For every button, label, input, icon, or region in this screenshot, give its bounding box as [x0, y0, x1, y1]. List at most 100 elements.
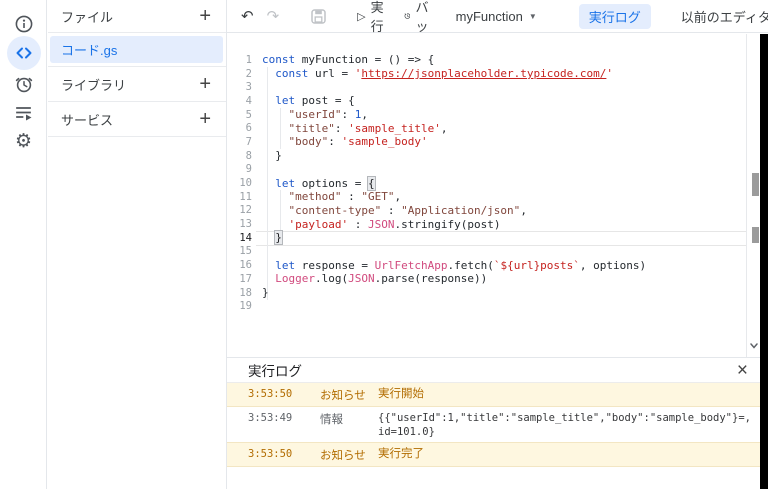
- log-row: 3:53:50 お知らせ 実行完了: [227, 443, 768, 467]
- line-number: 13: [239, 218, 252, 231]
- close-icon[interactable]: ×: [727, 361, 758, 380]
- log-row: 3:53:50 お知らせ 実行開始: [227, 383, 768, 407]
- add-service-button[interactable]: +: [197, 109, 213, 129]
- code-text: let options = {: [275, 175, 376, 191]
- code-line: 7 "body": 'sample_body': [227, 135, 768, 149]
- line-number: 6: [245, 122, 252, 135]
- add-library-button[interactable]: +: [197, 74, 213, 94]
- editor-toolbar: ↶ ↷ ▷ 実行 デバッグ myFunction ▼: [227, 0, 768, 53]
- scroll-down-chevron[interactable]: [747, 339, 761, 357]
- line-number: 15: [239, 245, 252, 258]
- libraries-header-label: ライブラリ: [61, 77, 127, 93]
- code-editor[interactable]: 1 const myFunction = () => {2 const url =…: [227, 34, 768, 357]
- code-line: 2 const url = 'https://jsonplaceholder.t…: [227, 67, 768, 81]
- save-button[interactable]: [310, 8, 327, 25]
- line-number: 4: [245, 94, 252, 107]
- log-message: 実行完了: [378, 448, 424, 460]
- log-message: 実行開始: [378, 388, 424, 400]
- code-text: "content-type" : "Application/json",: [288, 203, 527, 217]
- chevron-down-icon: [750, 343, 758, 349]
- code-text: Logger.log(JSON.parse(response)): [275, 272, 488, 286]
- code-lines: 1 const myFunction = () => {2 const url =…: [227, 53, 768, 313]
- code-text: "method" : "GET",: [288, 190, 402, 204]
- code-line: 4 let post = {: [227, 94, 768, 108]
- code-line: 18}: [227, 286, 768, 300]
- log-message: {{"userId":1,"title":"sample_title","bod…: [378, 412, 751, 438]
- log-panel-header: 実行ログ ×: [227, 358, 768, 383]
- code-line: 14 }: [227, 230, 768, 246]
- settings-nav-button[interactable]: ⚙: [0, 130, 47, 152]
- log-row: 3:53:49 情報 {{"userId":1,"title":"sample_ti…: [227, 407, 768, 443]
- code-text: 'payload' : JSON.stringify(post): [288, 217, 501, 231]
- files-header-label: ファイル: [61, 9, 114, 25]
- code-line: 5 "userId": 1,: [227, 108, 768, 122]
- code-line: 9: [227, 163, 768, 177]
- line-number: 1: [245, 53, 252, 66]
- file-panel: ファイル + コード.gs ライブラリ + サービス +: [48, 0, 226, 489]
- chevron-down-icon: ▼: [528, 11, 537, 21]
- apps-script-editor: ⚙ ファイル + コード.gs ライブラリ + サービス + ↶ ↷ ▷ 実行 …: [0, 0, 768, 489]
- line-number: 19: [239, 300, 252, 313]
- editor-nav-button[interactable]: [0, 36, 47, 70]
- code-text: const url = 'https://jsonplaceholder.typ…: [275, 67, 614, 81]
- function-selector-dropdown[interactable]: myFunction ▼: [456, 9, 537, 24]
- left-icon-rail: ⚙: [0, 0, 47, 489]
- code-text: "body": 'sample_body': [288, 135, 428, 149]
- log-timestamp: 3:53:50: [248, 448, 293, 460]
- redo-button[interactable]: ↷: [267, 9, 280, 24]
- services-section-header: サービス +: [48, 102, 226, 137]
- line-number: 9: [245, 163, 252, 176]
- gear-icon: ⚙: [14, 129, 33, 152]
- code-line: 11 "method" : "GET",: [227, 190, 768, 204]
- line-number: 10: [239, 177, 252, 190]
- code-line: 1 const myFunction = () => {: [227, 53, 768, 67]
- code-text: const myFunction = () => {: [262, 53, 435, 67]
- executions-nav-button[interactable]: [0, 103, 47, 123]
- code-text: }: [262, 149, 282, 163]
- code-line: 13 'payload' : JSON.stringify(post): [227, 217, 768, 231]
- undo-button[interactable]: ↶: [241, 9, 254, 24]
- line-number: 11: [239, 190, 252, 203]
- line-number: 7: [245, 135, 252, 148]
- line-number: 5: [245, 108, 252, 121]
- code-line: 6 "title": 'sample_title',: [227, 121, 768, 135]
- run-label: 実行: [370, 0, 384, 34]
- code-line: 19: [227, 299, 768, 313]
- line-number: 12: [239, 204, 252, 217]
- line-number: 8: [245, 149, 252, 162]
- line-number: 2: [245, 67, 252, 80]
- run-button[interactable]: ▷ 実行: [357, 0, 383, 35]
- code-line: 10 let options = {: [227, 175, 768, 191]
- overview-info-icon[interactable]: [0, 14, 47, 34]
- code-text: "userId": 1,: [288, 108, 368, 122]
- line-number: 17: [239, 272, 252, 285]
- code-line: 15: [227, 245, 768, 259]
- use-legacy-editor-link[interactable]: 以前のエディタを使用: [681, 7, 768, 26]
- code-line: 12 "content-type" : "Application/json",: [227, 204, 768, 218]
- log-type-label: お知らせ: [320, 390, 366, 402]
- play-icon: ▷: [357, 10, 366, 23]
- debug-history-icon: [404, 13, 410, 19]
- log-panel-title: 実行ログ: [248, 364, 302, 379]
- code-text: }: [274, 230, 283, 246]
- log-type-label: 情報: [320, 414, 343, 426]
- log-timestamp: 3:53:50: [248, 388, 293, 400]
- code-line: 16 let response = UrlFetchApp.fetch(`${u…: [227, 258, 768, 272]
- code-text: }: [262, 286, 269, 300]
- line-number: 14: [239, 231, 252, 244]
- line-number: 18: [239, 286, 252, 299]
- file-name-label: コード.gs: [61, 43, 118, 58]
- save-floppy-icon: [311, 8, 326, 24]
- add-file-button[interactable]: +: [197, 6, 213, 26]
- file-list: コード.gs: [48, 33, 226, 67]
- libraries-section-header: ライブラリ +: [48, 67, 226, 102]
- log-rows: 3:53:50 お知らせ 実行開始 3:53:49 情報 {{"userId":1,"ti…: [227, 383, 768, 467]
- execution-log-button[interactable]: 実行ログ: [578, 3, 651, 29]
- code-text: let response = UrlFetchApp.fetch(`${url}…: [275, 258, 647, 272]
- code-line: 3: [227, 80, 768, 94]
- triggers-nav-button[interactable]: [0, 74, 47, 94]
- file-item-code-gs[interactable]: コード.gs: [50, 36, 223, 63]
- line-number: 3: [245, 81, 252, 94]
- log-type-label: お知らせ: [320, 450, 366, 462]
- code-line: 8 }: [227, 149, 768, 163]
